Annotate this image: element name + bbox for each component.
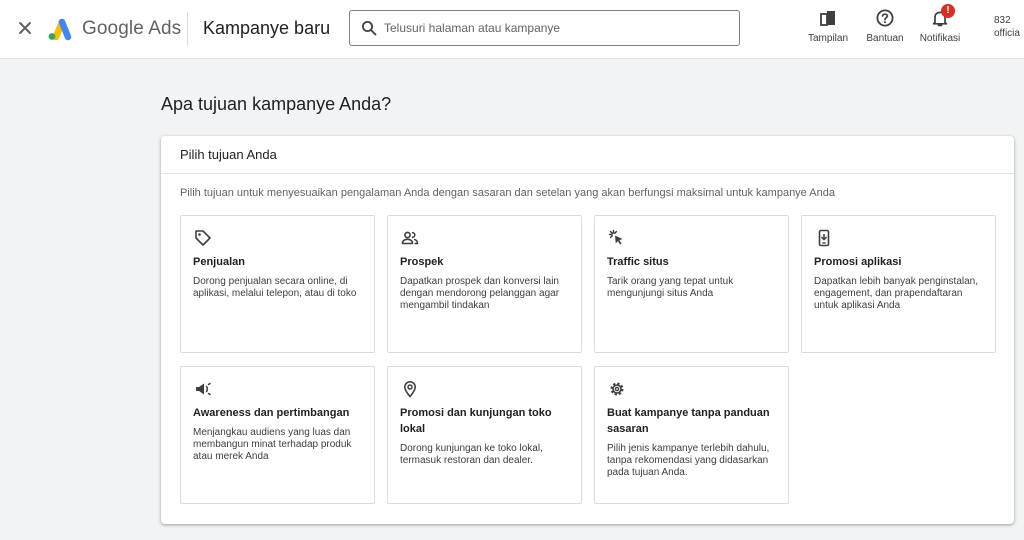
notifications-button[interactable]: ! Notifikasi xyxy=(917,4,963,52)
people-icon xyxy=(401,231,419,245)
campaign-goal-question: Apa tujuan kampanye Anda? xyxy=(161,94,392,114)
goal-option-website-traffic[interactable]: Traffic situs Tarik orang yang tepat unt… xyxy=(594,215,789,353)
notification-badge: ! xyxy=(941,4,955,18)
goal-option-no-guidance[interactable]: Buat kampanye tanpa panduan sasaran Pili… xyxy=(594,366,789,504)
help-button[interactable]: Bantuan xyxy=(864,8,906,52)
megaphone-icon xyxy=(196,382,211,396)
card-header: Pilih tujuan Anda xyxy=(161,136,1014,174)
appearance-icon xyxy=(820,11,835,26)
search-input[interactable] xyxy=(384,19,724,37)
goal-title: Promosi dan kunjungan toko lokal xyxy=(400,407,552,435)
account-id: 832 xyxy=(994,15,1011,26)
card-title: Pilih tujuan Anda xyxy=(180,147,277,162)
goal-title: Penjualan xyxy=(193,256,245,268)
goal-description: Dapatkan prospek dan konversi lain denga… xyxy=(400,276,560,311)
card-description: Pilih tujuan untuk menyesuaikan pengalam… xyxy=(180,187,835,199)
close-button[interactable] xyxy=(14,17,36,39)
phone-icon xyxy=(818,229,830,247)
goal-selection-card: Pilih tujuan Anda Pilih tujuan untuk men… xyxy=(161,136,1014,524)
goal-option-awareness[interactable]: Awareness dan pertimbangan Menjangkau au… xyxy=(180,366,375,504)
close-icon xyxy=(19,22,31,34)
account-name: officia xyxy=(994,28,1020,39)
gear-icon xyxy=(610,382,624,396)
goal-description: Dapatkan lebih banyak penginstalan, enga… xyxy=(814,276,979,311)
account-info[interactable]: 832 officia xyxy=(994,14,1020,40)
goal-description: Dorong penjualan secara online, di aplik… xyxy=(193,276,357,299)
cursor-click-icon xyxy=(608,229,623,245)
goal-option-leads[interactable]: Prospek Dapatkan prospek dan konversi la… xyxy=(387,215,582,353)
goal-description: Dorong kunjungan ke toko lokal, termasuk… xyxy=(400,443,543,466)
goal-title: Buat kampanye tanpa panduan sasaran xyxy=(607,407,770,435)
top-app-bar: Google Ads Kampanye baru Tampilan Bantua… xyxy=(0,0,1024,59)
tag-icon xyxy=(195,230,211,246)
google-ads-logo xyxy=(48,18,72,41)
goal-title: Promosi aplikasi xyxy=(814,256,902,268)
header-divider xyxy=(187,12,188,46)
search-icon xyxy=(362,21,377,36)
help-icon xyxy=(876,9,894,27)
goal-title: Prospek xyxy=(400,256,444,268)
goal-description: Tarik orang yang tepat untuk mengunjungi… xyxy=(607,276,734,299)
appearance-button[interactable]: Tampilan xyxy=(806,8,850,52)
page-title: Kampanye baru xyxy=(203,18,331,38)
goal-title: Awareness dan pertimbangan xyxy=(193,407,350,419)
goal-option-local-store[interactable]: Promosi dan kunjungan toko lokal Dorong … xyxy=(387,366,582,504)
search-box[interactable] xyxy=(349,10,740,46)
notifications-label: Notifikasi xyxy=(919,33,961,44)
location-pin-icon xyxy=(404,381,416,398)
goal-option-app-promotion[interactable]: Promosi aplikasi Dapatkan lebih banyak p… xyxy=(801,215,996,353)
help-label: Bantuan xyxy=(866,33,904,44)
goal-title: Traffic situs xyxy=(607,256,669,268)
goal-description: Menjangkau audiens yang luas dan membang… xyxy=(193,427,352,462)
goal-description: Pilih jenis kampanye terlebih dahulu, ta… xyxy=(607,443,770,478)
brand-name: Google Ads xyxy=(82,18,182,39)
goal-option-sales[interactable]: Penjualan Dorong penjualan secara online… xyxy=(180,215,375,353)
appearance-label: Tampilan xyxy=(807,33,849,44)
